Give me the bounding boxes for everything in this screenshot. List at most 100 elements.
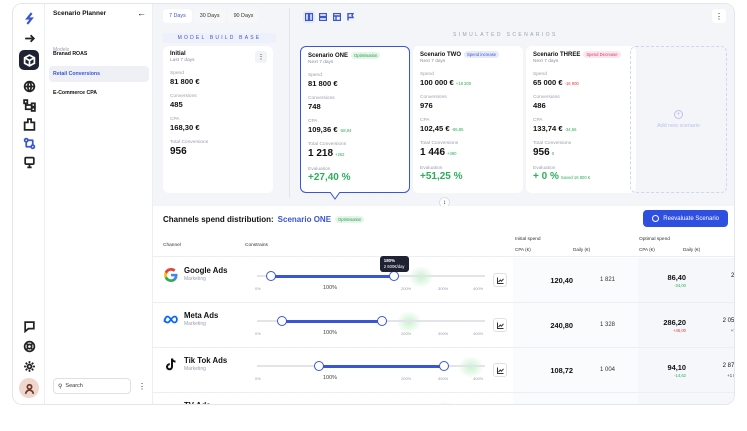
avatar[interactable] xyxy=(19,378,39,398)
spend-amount: 100 000 € xyxy=(420,78,454,87)
optimal-daily: 2 870,00 xyxy=(722,363,735,369)
optimal-spend-cell: 94,10 -14,62 2 870,00 +1 865,60 xyxy=(638,348,734,393)
optimal-cpa-delta: +46,00 xyxy=(673,328,686,333)
columns-view-icon[interactable] xyxy=(303,11,315,23)
initial-cpa: 108,72 xyxy=(550,366,573,375)
model-item-retail-conversions[interactable]: Retail Conversions xyxy=(49,66,149,82)
day-range-tabs: 7 Days 30 Days 90 Days xyxy=(163,9,260,23)
card-more-icon[interactable]: ⋮ xyxy=(255,51,267,63)
slider-min-handle[interactable] xyxy=(277,316,288,326)
channel-name: Tik Tok Ads xyxy=(184,356,228,365)
more-options-icon[interactable]: ⋮ xyxy=(138,382,146,391)
selected-card-pointer xyxy=(330,192,340,200)
tab-30-days[interactable]: 30 Days xyxy=(193,9,226,23)
channel-row: Tik Tok Ads Marketing 0% 100% 200% 300% … xyxy=(153,348,734,393)
spend-constraint-slider[interactable]: 0% 100% 200% 300% 400% xyxy=(245,311,485,341)
gear-icon[interactable] xyxy=(19,356,39,376)
spend-constraint-slider[interactable]: 0% 100% 200% 300% 400% xyxy=(245,266,485,296)
scenario-card[interactable]: Scenario TWO Spend increase Next 7 days … xyxy=(413,46,523,193)
globe-icon[interactable] xyxy=(19,76,39,96)
evaluation-value: +27,40 % xyxy=(308,172,402,183)
total-amount: 1 218 xyxy=(308,148,334,159)
cpa-value: 109,36 € -58,94 xyxy=(308,125,402,134)
optimal-zone-highlight xyxy=(430,401,457,404)
col-initial-spend: Initial spend xyxy=(515,237,541,242)
brand-logo[interactable] xyxy=(19,8,39,28)
tree-icon[interactable] xyxy=(19,95,39,115)
tick-label: 200% xyxy=(401,331,412,336)
spend-constraint-slider[interactable]: 0% 100% 200% 300% 400% xyxy=(245,401,485,404)
cube-icon[interactable] xyxy=(19,50,39,70)
spend-constraint-slider[interactable]: 0% 100% 200% 300% 400% xyxy=(245,356,485,386)
back-arrow-icon[interactable]: ← xyxy=(137,8,146,18)
spend-label: Spend xyxy=(420,72,434,77)
rows-view-icon[interactable] xyxy=(317,11,329,23)
table-view-icon[interactable] xyxy=(331,11,343,23)
search-icon: ⚲ xyxy=(58,383,63,390)
optimal-cpa-delta: -34,00 xyxy=(674,283,686,288)
tab-90-days[interactable]: 90 Days xyxy=(227,9,260,23)
flag-view-icon[interactable] xyxy=(345,11,357,23)
monitor-icon[interactable] xyxy=(19,152,39,172)
flow-icon[interactable] xyxy=(19,133,39,153)
channel-row: TV Ads 0% 100% 200% 300% 400% xyxy=(153,393,734,404)
col-initial-cpa: CPA (€) xyxy=(515,247,531,252)
chat-icon[interactable] xyxy=(19,316,39,336)
scenario-badge: Spend Decrease xyxy=(583,51,621,58)
col-constrains: Constrains xyxy=(245,243,268,248)
optimal-daily: 2 600 xyxy=(730,273,735,279)
total-amount: 956 xyxy=(533,147,550,158)
model-item-branad-roas[interactable]: Branad ROAS xyxy=(49,46,149,62)
arrow-right-icon[interactable] xyxy=(19,28,39,48)
initial-spend-cell xyxy=(513,393,638,404)
cpa-delta: -65,85 xyxy=(451,127,464,132)
scenario-title: Scenario TWO Spend increase xyxy=(420,51,516,58)
scenario-card[interactable]: Scenario THREE Spend Decrease Next 7 day… xyxy=(526,46,636,193)
evaluation-note: Saved 16 800 € xyxy=(560,175,591,180)
slider-max-handle[interactable] xyxy=(377,316,388,326)
slider-min-handle[interactable] xyxy=(313,361,324,371)
slider-max-handle[interactable] xyxy=(438,361,449,371)
channel-row: Meta Ads Marketing 0% 100% 200% 300% 400… xyxy=(153,303,734,348)
optimal-spend-cell xyxy=(638,393,734,404)
channel-name: Meta Ads xyxy=(184,311,219,320)
optimisation-badge: Optimisation xyxy=(335,216,365,223)
slider-max-handle[interactable] xyxy=(388,271,399,281)
building-icon[interactable] xyxy=(19,114,39,134)
chart-view-button[interactable] xyxy=(493,273,507,287)
search-placeholder: Search xyxy=(65,383,83,389)
spend-value: 81 800 € xyxy=(170,77,200,86)
channels-title-text: Channels spend distribution: xyxy=(163,215,274,224)
col-optimal-spend: Optimal spend xyxy=(639,237,670,242)
scenario-card[interactable]: Scenario ONE Optimisation Next 7 days Sp… xyxy=(300,46,410,193)
top-more-options-icon[interactable]: ⋮ xyxy=(712,9,726,23)
view-toggle xyxy=(303,11,357,23)
card-period: Last 7 days xyxy=(170,58,195,63)
channel-logo-icon xyxy=(163,267,179,283)
plus-icon: + xyxy=(674,110,683,119)
slider-min-handle[interactable] xyxy=(265,271,276,281)
scenario-title: Scenario ONE Optimisation xyxy=(308,52,402,59)
optimal-cpa-delta: -14,62 xyxy=(674,373,686,378)
add-new-scenario-card[interactable]: + Add new scenario xyxy=(630,46,727,193)
optimal-zone-highlight xyxy=(407,266,434,288)
model-item-ecommerce-cpa[interactable]: E-Commerce CPA xyxy=(49,85,149,101)
initial-spend-cell: 120,40 1 821 xyxy=(513,258,638,303)
search-input[interactable]: ⚲ Search xyxy=(53,378,131,394)
spend-label: Spend xyxy=(170,71,184,76)
tab-7-days[interactable]: 7 Days xyxy=(163,9,192,23)
initial-spend-cell: 108,72 1 004 xyxy=(513,348,638,393)
chart-view-button[interactable] xyxy=(493,363,507,377)
optimal-cpa: 94,10 xyxy=(667,363,687,372)
chart-view-button[interactable] xyxy=(493,318,507,332)
optimal-spend-cell: 286,20 +46,00 2 050,00 +722,40 xyxy=(638,303,734,348)
conversions-value: 486 xyxy=(533,101,546,110)
evaluation-amount: + 0 % xyxy=(533,171,559,182)
reevaluate-scenario-button[interactable]: Reevaluate Scenario xyxy=(643,210,728,227)
lifebuoy-icon[interactable] xyxy=(19,336,39,356)
line-chart-icon xyxy=(496,277,504,284)
optimal-daily-delta: +1 865,60 xyxy=(727,373,734,378)
tick-label: 400% xyxy=(473,286,484,291)
total-conversions-value: 1 446 +490 xyxy=(420,147,516,158)
base-model-card[interactable]: ⋮ Initial Last 7 days Spend 81 800 € Con… xyxy=(163,46,273,193)
